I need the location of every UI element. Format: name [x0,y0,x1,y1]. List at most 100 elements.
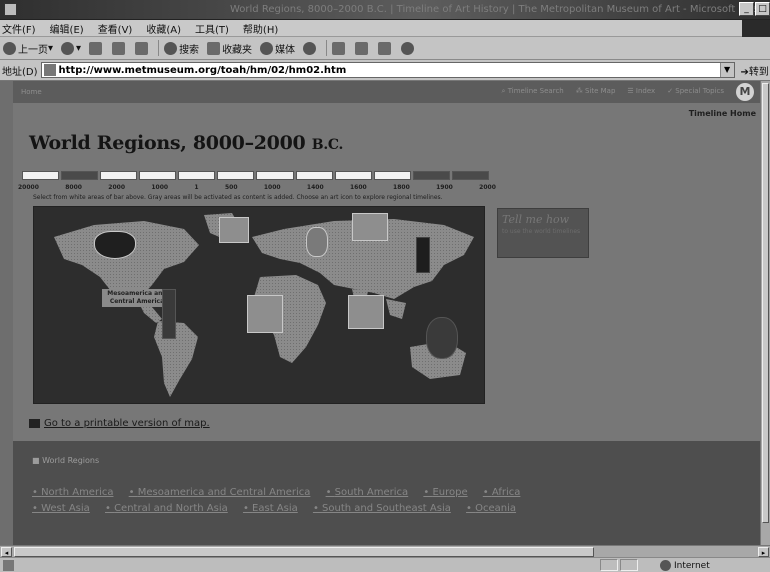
region-link-label: Central and North Asia [114,503,228,514]
region-link[interactable]: • Mesoamerica and Central America [129,487,311,498]
discuss-button[interactable] [401,41,416,55]
address-dropdown-button[interactable]: ▼ [719,63,734,77]
search-icon [164,41,178,55]
address-url[interactable]: http://www.metmuseum.org/toah/hm/02/hm02… [59,65,347,76]
nav-timeline-search[interactable]: ⌕ Timeline Search [502,87,564,96]
history-button[interactable] [303,41,318,55]
stop-button[interactable] [89,41,104,55]
stop-icon [89,41,103,55]
timeline-segment [61,171,99,180]
menu-view[interactable]: 查看(V) [98,21,133,36]
forward-button[interactable]: ▾ [61,41,81,55]
menu-bar: 文件(F) 编辑(E) 查看(V) 收藏(A) 工具(T) 帮助(H) [0,20,770,37]
edit-button[interactable] [378,41,393,55]
minimize-button[interactable]: _ [739,2,754,16]
timeline-segment[interactable] [100,171,138,180]
scroll-left-button[interactable]: ◂ [1,547,12,557]
region-link[interactable]: • South America [326,487,409,498]
timeline-segment[interactable] [217,171,255,180]
tell-me-title: Tell me how [502,213,570,226]
globe-icon [660,560,671,571]
world-map[interactable]: Mesoamerica and Central America [33,206,485,404]
timeline-segment[interactable] [139,171,177,180]
artwork-thumbnail[interactable] [162,289,176,339]
home-button[interactable] [135,41,150,55]
search-button[interactable]: 搜索 [164,41,199,56]
world-regions-heading: ■ World Regions [32,456,100,465]
refresh-icon [112,41,126,55]
media-button[interactable]: 媒体 [260,41,295,56]
nav-special-topics[interactable]: ✓ Special Topics [667,87,724,96]
edit-icon [378,41,392,55]
horizontal-scroll-thumb[interactable] [14,547,594,557]
printable-link-label[interactable]: Go to a printable version of map. [44,418,210,429]
go-button[interactable]: ➔转到 [741,63,769,78]
nav-index[interactable]: ☰ Index [627,87,655,96]
browser-window: World Regions, 8000–2000 B.C. | Timeline… [0,0,770,572]
printable-version-link[interactable]: Go to a printable version of map. [29,418,210,429]
discuss-icon [401,41,415,55]
nav-site-map-label: Site Map [584,87,616,95]
artwork-thumbnail[interactable] [94,231,136,259]
artwork-thumbnail[interactable] [348,295,384,329]
toolbar-separator [158,40,160,56]
artwork-thumbnail[interactable] [247,295,283,333]
menu-file[interactable]: 文件(F) [2,21,36,36]
favorites-icon [207,41,221,55]
mail-button[interactable] [332,41,347,55]
timeline-tick: 1000 [151,184,169,191]
region-link[interactable]: • Oceania [466,503,516,514]
home-link[interactable]: Home [21,88,42,96]
print-button[interactable] [355,41,370,55]
tell-me-how-box[interactable]: Tell me how to use the world timelines [497,208,589,258]
timeline-tick: 20000 [18,184,39,191]
favorites-button[interactable]: 收藏夹 [207,41,252,56]
artwork-thumbnail[interactable] [306,227,328,257]
timeline-tick: 1600 [349,184,367,191]
region-link[interactable]: • East Asia [243,503,298,514]
menu-favorites[interactable]: 收藏(A) [146,21,181,36]
timeline-tick: 500 [224,184,238,191]
menu-help[interactable]: 帮助(H) [243,21,278,36]
vertical-scroll-thumb[interactable] [762,83,769,523]
scroll-right-button[interactable]: ▸ [758,547,769,557]
windows-logo [742,20,770,37]
timeline-tick: 2000 [108,184,125,191]
timeline-ticks: 20000 8000 2000 1000 1 500 1000 1400 1600 1800 190… [18,184,496,191]
artwork-thumbnail[interactable] [219,217,249,243]
met-logo[interactable]: M [736,83,754,101]
timeline-home-link[interactable]: Timeline Home [689,109,756,118]
artwork-thumbnail[interactable] [352,213,388,241]
timeline-segment[interactable] [256,171,294,180]
timeline-segment[interactable] [334,171,372,180]
region-link[interactable]: • Central and North Asia [105,503,228,514]
region-link[interactable]: • North America [32,487,113,498]
menu-edit[interactable]: 编辑(E) [50,21,84,36]
ie-icon [4,3,17,16]
maximize-button[interactable]: □ [755,2,770,16]
menu-tools[interactable]: 工具(T) [195,21,229,36]
region-link[interactable]: • West Asia [32,503,90,514]
vertical-scrollbar[interactable] [760,81,770,545]
artwork-thumbnail[interactable] [426,317,458,359]
search-label: 搜索 [179,44,200,56]
artwork-thumbnail[interactable] [416,237,430,273]
timeline-segment[interactable] [178,171,216,180]
back-button[interactable]: 上一页 ▾ [3,41,53,56]
timeline-segment[interactable] [373,171,411,180]
region-link[interactable]: • Africa [483,487,521,498]
timeline-tick: 1400 [306,184,324,191]
timeline-instructions: Select from white areas of bar above. Gr… [33,194,443,201]
horizontal-scrollbar[interactable]: ◂ ▸ [0,545,770,557]
address-input[interactable]: http://www.metmuseum.org/toah/hm/02/hm02… [40,62,735,78]
timeline-segment[interactable] [295,171,333,180]
timeline-tick: 1 [194,184,199,191]
media-label: 媒体 [275,44,296,56]
history-icon [303,41,317,55]
timeline-segment[interactable] [22,171,60,180]
refresh-button[interactable] [112,41,127,55]
region-link[interactable]: • South and Southeast Asia [313,503,451,514]
region-link[interactable]: • Europe [423,487,467,498]
nav-site-map[interactable]: ⁂ Site Map [576,87,616,96]
nav-index-label: Index [635,87,656,95]
